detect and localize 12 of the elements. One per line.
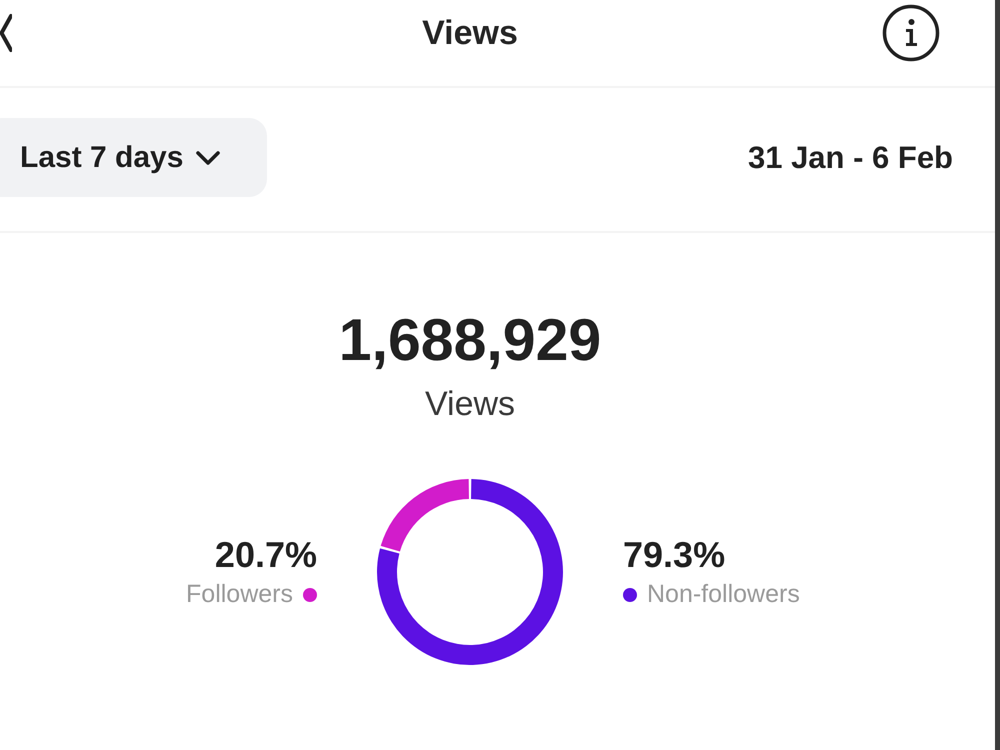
total-views-count: 1,688,929 bbox=[338, 311, 602, 370]
back-icon[interactable] bbox=[0, 13, 12, 53]
total-views-label: Views bbox=[424, 384, 516, 425]
chevron-down-icon bbox=[195, 150, 222, 166]
info-icon[interactable] bbox=[882, 4, 940, 62]
legend-label: Non-followers bbox=[647, 580, 800, 610]
date-range-text: 31 Jan - 6 Feb bbox=[748, 140, 953, 176]
percentage-value: 79.3% bbox=[623, 534, 726, 574]
percentage-value: 20.7% bbox=[214, 534, 317, 574]
screen-title: Views bbox=[422, 14, 518, 52]
date-range-dropdown[interactable]: Last 7 days bbox=[0, 118, 268, 197]
legend-label: Followers bbox=[186, 580, 293, 610]
